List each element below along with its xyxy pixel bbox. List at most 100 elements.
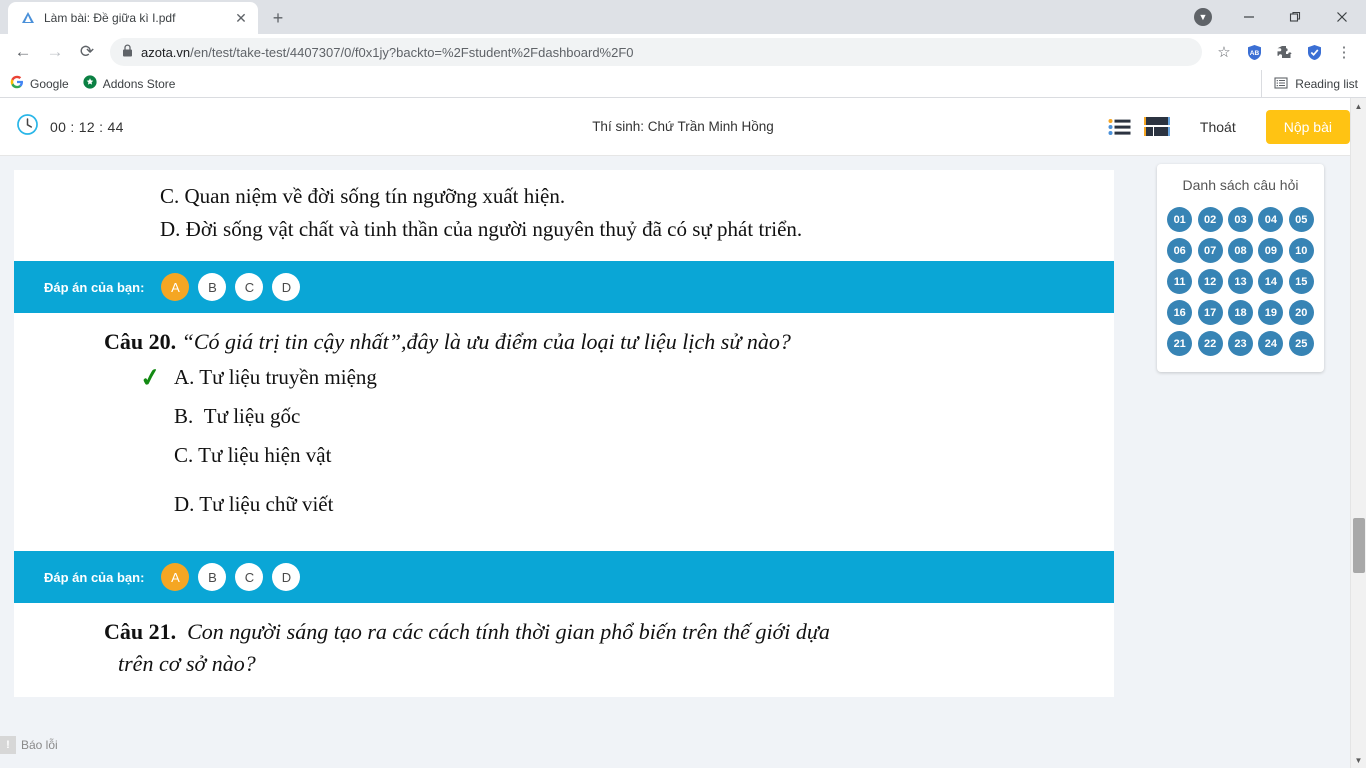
answer-option-b[interactable]: B bbox=[198, 273, 227, 302]
question-20-choice-c[interactable]: C. Tư liệu hiện vật bbox=[14, 443, 1114, 468]
choice-d-key: D. bbox=[174, 492, 195, 517]
countdown-timer: 00 : 12 : 44 bbox=[16, 113, 124, 141]
grid-view-icon[interactable] bbox=[1143, 117, 1170, 136]
question-bubble-18[interactable]: 18 bbox=[1227, 300, 1253, 325]
question-bubble-07[interactable]: 07 bbox=[1197, 238, 1223, 263]
answer-option-b[interactable]: B bbox=[198, 563, 227, 592]
check-icon: ✓ bbox=[138, 363, 163, 394]
answer-option-a[interactable]: A bbox=[161, 563, 190, 592]
bookmark-google[interactable]: Google bbox=[10, 75, 69, 92]
question-bubble-19[interactable]: 19 bbox=[1258, 300, 1284, 325]
q19-option-c: C. Quan niệm về đời sống tín ngưỡng xuất… bbox=[160, 184, 566, 208]
question-list-panel: Danh sách câu hỏi 01 02 03 04 05 06 07 0… bbox=[1157, 164, 1324, 372]
minimize-button[interactable] bbox=[1226, 0, 1272, 34]
question-bubble-06[interactable]: 06 bbox=[1167, 238, 1193, 263]
browser-menu-icon[interactable]: ⋮ bbox=[1330, 38, 1358, 66]
new-tab-button[interactable]: + bbox=[264, 4, 292, 32]
forward-icon[interactable]: → bbox=[40, 37, 70, 67]
report-error-label: Báo lỗi bbox=[21, 738, 58, 752]
adblock-extension-icon[interactable]: AB bbox=[1240, 38, 1268, 66]
question-20-choice-a[interactable]: ✓ A. Tư liệu truyền miệng bbox=[14, 364, 1114, 394]
question-list-title: Danh sách câu hỏi bbox=[1182, 177, 1299, 193]
question-20-choice-b[interactable]: B. Tư liệu gốc bbox=[14, 404, 1114, 429]
question-21-line2: trên cơ sở nào? bbox=[118, 651, 256, 677]
puzzle-extension-icon[interactable] bbox=[1270, 38, 1298, 66]
question-21-line1: Con người sáng tạo ra các cách tính thời… bbox=[187, 619, 830, 645]
bookmark-addons-store[interactable]: Addons Store bbox=[83, 75, 175, 92]
header-actions: Thoát Nộp bài bbox=[1108, 109, 1350, 144]
download-indicator[interactable]: ▼ bbox=[1180, 0, 1226, 34]
question-bubble-25[interactable]: 25 bbox=[1288, 331, 1314, 356]
question-20-number: Câu 20. bbox=[104, 329, 177, 355]
question-bubble-10[interactable]: 10 bbox=[1288, 238, 1314, 263]
report-error-button[interactable]: ! Báo lỗi bbox=[0, 736, 58, 754]
url-path: /en/test/take-test/4407307/0/f0x1jy?back… bbox=[190, 44, 634, 60]
browser-tab[interactable]: Làm bài: Đề giữa kì I.pdf ✕ bbox=[8, 2, 258, 34]
answer-option-d[interactable]: D bbox=[272, 563, 301, 592]
question-bubble-03[interactable]: 03 bbox=[1227, 207, 1253, 232]
question-bubble-20[interactable]: 20 bbox=[1288, 300, 1314, 325]
window-close-button[interactable] bbox=[1318, 0, 1366, 34]
answer-option-a[interactable]: A bbox=[161, 273, 190, 302]
scroll-down-icon[interactable]: ▼ bbox=[1351, 752, 1366, 768]
url-host: azota.vn bbox=[141, 44, 191, 60]
question-bubble-17[interactable]: 17 bbox=[1197, 300, 1223, 325]
bookmarks-bar: Google Addons Store Reading list bbox=[0, 70, 1366, 98]
list-view-icon[interactable] bbox=[1108, 118, 1132, 136]
answer-bar: Đáp án của bạn: A B C D bbox=[14, 551, 1114, 604]
question-bubble-01[interactable]: 01 bbox=[1167, 207, 1193, 232]
question-20-choice-d[interactable]: D. Tư liệu chữ viết bbox=[14, 492, 1114, 517]
scroll-up-icon[interactable]: ▲ bbox=[1351, 98, 1366, 114]
question-bubble-21[interactable]: 21 bbox=[1167, 331, 1193, 356]
question-21-number: Câu 21. bbox=[104, 619, 177, 645]
close-icon[interactable]: ✕ bbox=[232, 9, 250, 27]
question-bubble-16[interactable]: 16 bbox=[1167, 300, 1193, 325]
question-bubble-08[interactable]: 08 bbox=[1227, 238, 1253, 263]
azota-logo-icon bbox=[20, 10, 36, 26]
svg-text:AB: AB bbox=[1249, 50, 1259, 57]
choice-a-text: Tư liệu truyền miệng bbox=[199, 365, 377, 390]
question-bubble-14[interactable]: 14 bbox=[1258, 269, 1284, 294]
web-page-viewport: 00 : 12 : 44 Thí sinh: Chứ Trần Minh Hồn… bbox=[0, 98, 1366, 768]
submit-button[interactable]: Nộp bài bbox=[1265, 109, 1350, 144]
question-bubble-23[interactable]: 23 bbox=[1227, 331, 1253, 356]
question-bubble-11[interactable]: 11 bbox=[1167, 269, 1193, 294]
q19-option-d: D. Đời sống vật chất và tinh thần của ng… bbox=[160, 216, 803, 241]
page-scrollbar[interactable]: ▲ ▼ bbox=[1350, 98, 1366, 768]
bookmark-star-icon[interactable]: ☆ bbox=[1210, 38, 1238, 66]
browser-tab-title: Làm bài: Đề giữa kì I.pdf bbox=[44, 11, 176, 25]
addons-store-icon bbox=[83, 75, 97, 92]
maximize-button[interactable] bbox=[1272, 0, 1318, 34]
exit-button[interactable]: Thoát bbox=[1181, 109, 1254, 144]
question-bubble-22[interactable]: 22 bbox=[1197, 331, 1223, 356]
question-bubble-05[interactable]: 05 bbox=[1288, 207, 1314, 232]
answer-option-c[interactable]: C bbox=[235, 273, 264, 302]
scrollbar-thumb[interactable] bbox=[1353, 518, 1365, 573]
download-icon: ▼ bbox=[1194, 8, 1212, 26]
choice-c-text: Tư liệu hiện vật bbox=[198, 443, 332, 468]
reading-list-button[interactable]: Reading list bbox=[1261, 70, 1358, 98]
question-bubble-04[interactable]: 04 bbox=[1258, 207, 1284, 232]
question-bubble-12[interactable]: 12 bbox=[1197, 269, 1223, 294]
reading-list-label: Reading list bbox=[1295, 77, 1358, 91]
address-bar[interactable]: azota.vn/en/test/take-test/4407307/0/f0x… bbox=[110, 38, 1202, 66]
window-controls: ▼ bbox=[1180, 0, 1366, 34]
answer-option-c[interactable]: C bbox=[235, 563, 264, 592]
test-body: C. Quan niệm về đời sống tín ngưỡng xuất… bbox=[0, 156, 1366, 698]
lock-icon bbox=[122, 44, 133, 60]
question-bubble-24[interactable]: 24 bbox=[1258, 331, 1284, 356]
reload-icon[interactable]: ⟳ bbox=[72, 37, 102, 67]
question-21-line2-wrap: trên cơ sở nào? bbox=[14, 651, 1114, 677]
answer-option-d[interactable]: D bbox=[272, 273, 301, 302]
question-number-grid: 01 02 03 04 05 06 07 08 09 10 11 12 13 1… bbox=[1167, 207, 1314, 356]
back-icon[interactable]: ← bbox=[8, 37, 38, 67]
question-bubble-02[interactable]: 02 bbox=[1197, 207, 1223, 232]
shield-extension-icon[interactable] bbox=[1300, 38, 1328, 66]
browser-tab-strip: Làm bài: Đề giữa kì I.pdf ✕ + ▼ bbox=[0, 0, 1366, 34]
question-21: Câu 21. Con người sáng tạo ra các cách t… bbox=[14, 603, 1114, 698]
warning-icon: ! bbox=[0, 736, 16, 754]
question-bubble-09[interactable]: 09 bbox=[1258, 238, 1284, 263]
question-bubble-15[interactable]: 15 bbox=[1288, 269, 1314, 294]
question-bubble-13[interactable]: 13 bbox=[1227, 269, 1253, 294]
reading-list-icon bbox=[1274, 76, 1288, 93]
